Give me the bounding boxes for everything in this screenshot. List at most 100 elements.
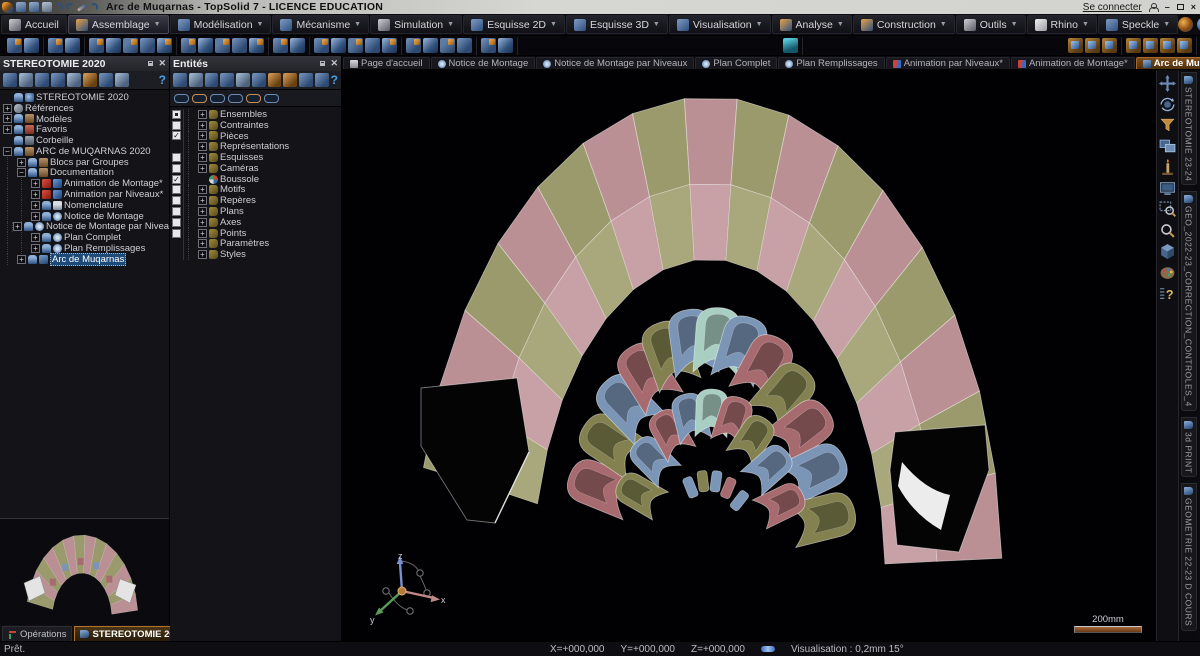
expander-icon[interactable]: + <box>31 179 40 188</box>
ribbon-tab-esquisse-3d[interactable]: Esquisse 3D▼ <box>566 15 668 34</box>
surface-thicken-icon[interactable] <box>457 38 472 53</box>
ribbon-tab-mécanisme[interactable]: Mécanisme▼ <box>272 15 369 34</box>
open-document-icon[interactable] <box>48 38 63 53</box>
tree-item[interactable]: +Corbeille <box>0 135 169 146</box>
show-wire-icon[interactable] <box>228 94 243 103</box>
expander-icon[interactable]: + <box>198 250 207 259</box>
process-icon[interactable] <box>1102 38 1117 53</box>
surface-offset-icon[interactable] <box>406 38 421 53</box>
elbow-icon[interactable] <box>1160 38 1175 53</box>
account-icon[interactable] <box>1149 3 1158 12</box>
sync-icon[interactable] <box>90 3 98 11</box>
document-tab[interactable]: Animation par Niveaux* <box>886 57 1010 69</box>
sign-in-link[interactable]: Se connecter <box>1083 2 1142 13</box>
expander-icon[interactable]: + <box>3 104 12 113</box>
entity-item[interactable]: +Motifs <box>170 185 341 196</box>
tree-item[interactable]: +Favoris <box>0 124 169 135</box>
tree-item[interactable]: +Plan Complet <box>0 232 169 243</box>
expander-icon[interactable]: − <box>17 168 26 177</box>
chevron-down-icon[interactable]: ▼ <box>447 21 454 28</box>
ribbon-tab-speckle[interactable]: Speckle▼ <box>1098 15 1178 34</box>
expander-icon[interactable]: + <box>3 125 12 134</box>
document-tab[interactable]: Notice de Montage <box>431 57 536 69</box>
ribbon-tab-outils[interactable]: Outils▼ <box>956 15 1026 34</box>
chevron-down-icon[interactable]: ▼ <box>154 21 161 28</box>
expander-icon[interactable]: + <box>13 222 22 231</box>
chevron-down-icon[interactable]: ▼ <box>1163 21 1170 28</box>
license-icon[interactable] <box>1178 17 1193 32</box>
entity-item[interactable]: +Contraintes <box>170 120 341 131</box>
tree-item[interactable]: +Références <box>0 103 169 114</box>
measure-icon[interactable] <box>481 38 496 53</box>
ribbon-tab-rhino[interactable]: Rhino▼ <box>1027 15 1097 34</box>
surface-join-icon[interactable] <box>440 38 455 53</box>
ribbon-tab-accueil[interactable]: Accueil <box>1 15 67 34</box>
visibility-checkbox[interactable] <box>172 164 181 173</box>
layers-icon[interactable] <box>67 73 81 87</box>
expander-icon[interactable]: + <box>198 218 207 227</box>
screen-icon[interactable] <box>42 2 52 12</box>
visibility-checkbox[interactable]: ✓ <box>172 131 181 140</box>
screen-icon[interactable] <box>1159 180 1176 197</box>
muqarnas-pendant[interactable] <box>710 470 723 492</box>
save-icon[interactable] <box>16 2 26 12</box>
sketch-line-icon[interactable] <box>181 38 196 53</box>
expander-icon[interactable]: + <box>17 255 26 264</box>
arch-segment[interactable] <box>684 99 737 185</box>
expander-icon[interactable]: + <box>31 190 40 199</box>
close-panel-icon[interactable]: ✕ <box>158 58 166 69</box>
appearance-icon[interactable] <box>192 94 207 103</box>
visibility-checkbox[interactable] <box>172 218 181 227</box>
part-revolve-icon[interactable] <box>331 38 346 53</box>
dashed-box-icon[interactable] <box>205 73 219 87</box>
zoom-window-icon[interactable] <box>1159 201 1176 218</box>
expander-icon[interactable]: + <box>31 201 40 210</box>
sketch-angle-icon[interactable] <box>198 38 213 53</box>
bin-icon[interactable] <box>1177 38 1192 53</box>
chevron-down-icon[interactable]: ▼ <box>1082 21 1089 28</box>
expander-icon[interactable]: + <box>198 110 207 119</box>
muqarnas-arch-model[interactable] <box>342 70 1156 640</box>
tree-item[interactable]: −Documentation <box>0 168 169 179</box>
axis-triad[interactable]: z x y <box>364 551 448 625</box>
visibility-checkbox[interactable] <box>172 121 181 130</box>
pan-icon[interactable] <box>1159 75 1176 92</box>
redo-icon[interactable] <box>66 3 74 11</box>
tree-item[interactable]: −ARC de MUQARNAS 2020 <box>0 146 169 157</box>
fit-window-icon[interactable] <box>3 73 17 87</box>
expander-icon[interactable]: + <box>31 212 40 221</box>
restore-button[interactable] <box>1177 4 1184 10</box>
tag-icon[interactable] <box>220 73 234 87</box>
entity-item[interactable]: +Paramètres <box>170 239 341 250</box>
side-tab[interactable]: GEOMETRIE 22-23 D COURS <box>1181 483 1197 630</box>
document-tab[interactable]: Arc de Muqarnas <box>1136 57 1200 69</box>
show-all-icon[interactable] <box>174 94 189 103</box>
chevron-down-icon[interactable]: ▼ <box>940 21 947 28</box>
new-template-icon[interactable] <box>24 38 39 53</box>
assembly-rotate-icon[interactable] <box>123 38 138 53</box>
expander-icon[interactable]: + <box>198 142 207 151</box>
part-shell-icon[interactable] <box>365 38 380 53</box>
tree-item[interactable]: +Animation par Niveaux* <box>0 189 169 200</box>
pin-icon[interactable] <box>148 61 153 66</box>
render-style-icon[interactable] <box>1159 159 1176 176</box>
minimize-button[interactable]: – <box>1165 3 1170 12</box>
side-tab[interactable]: 3d PRINT <box>1181 417 1197 477</box>
new-document-icon[interactable] <box>7 38 22 53</box>
document-tab[interactable]: Plan Complet <box>695 57 777 69</box>
entity-item[interactable]: +Styles <box>170 249 341 260</box>
undo-icon[interactable] <box>55 3 63 11</box>
chevron-down-icon[interactable]: ▼ <box>550 21 557 28</box>
part-draft-icon[interactable] <box>382 38 397 53</box>
selection-filter-icon[interactable] <box>1159 117 1176 134</box>
ribbon-tab-simulation[interactable]: Simulation▼ <box>370 15 462 34</box>
materials-flag-icon[interactable] <box>83 73 97 87</box>
part-sweep-icon[interactable] <box>348 38 363 53</box>
ribbon-tab-construction[interactable]: Construction▼ <box>853 15 955 34</box>
pin-icon[interactable] <box>320 61 325 66</box>
expander-icon[interactable]: + <box>3 114 12 123</box>
piping-icon[interactable] <box>1143 38 1158 53</box>
tree-item[interactable]: +STEREOTOMIE 2020 <box>0 92 169 103</box>
visibility-checkbox[interactable] <box>172 110 181 119</box>
chevron-down-icon[interactable]: ▼ <box>837 21 844 28</box>
